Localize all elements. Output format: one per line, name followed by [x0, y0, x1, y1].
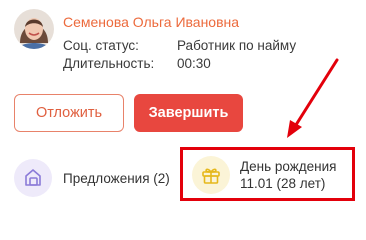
pointer-arrow: [287, 58, 339, 138]
call-card: Семенова Ольга Ивановна Соц. статус: Раб…: [0, 0, 366, 216]
